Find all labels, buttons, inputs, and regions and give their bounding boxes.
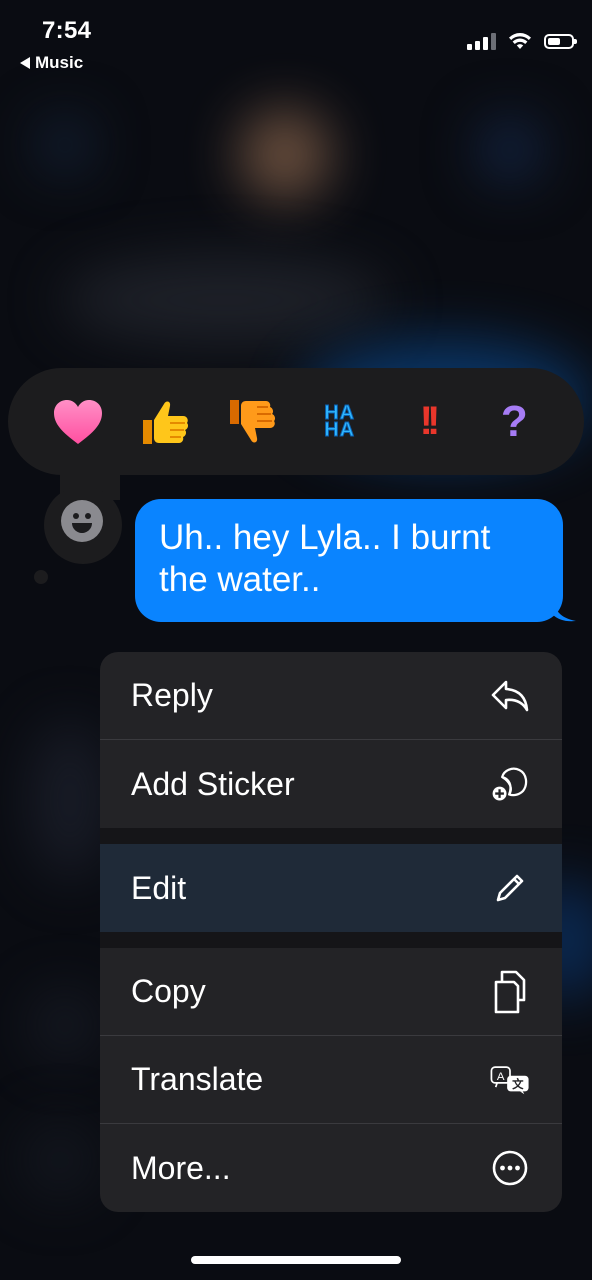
reaction-question[interactable]: ? xyxy=(486,394,542,450)
menu-item-label: Reply xyxy=(131,677,213,713)
add-sticker-icon xyxy=(490,764,530,804)
reaction-exclamation[interactable]: !! xyxy=(399,394,455,450)
menu-item-translate[interactable]: Translate A 文 xyxy=(100,1036,562,1124)
reaction-thumbs-down[interactable] xyxy=(224,394,280,450)
menu-item-more[interactable]: More... xyxy=(100,1124,562,1212)
menu-group-separator xyxy=(100,932,562,948)
add-reaction-button[interactable] xyxy=(61,500,103,542)
svg-text:A: A xyxy=(497,1071,505,1083)
back-app-label: Music xyxy=(35,53,84,72)
back-arrow-icon xyxy=(20,57,30,69)
tapback-reaction-bar: HA HA !! ? xyxy=(8,368,584,475)
double-exclamation-icon: !! xyxy=(419,399,440,443)
svg-text:文: 文 xyxy=(512,1076,524,1090)
menu-item-add-sticker[interactable]: Add Sticker xyxy=(100,740,562,828)
menu-item-label: More... xyxy=(131,1149,231,1186)
more-icon xyxy=(490,1148,530,1188)
reaction-heart[interactable] xyxy=(50,394,106,450)
reaction-bar-tail-dot xyxy=(34,570,48,584)
back-to-app-button[interactable]: Music xyxy=(20,53,83,73)
menu-group-separator xyxy=(100,828,562,844)
reaction-haha[interactable]: HA HA xyxy=(312,394,368,450)
copy-icon xyxy=(490,970,530,1013)
menu-item-copy[interactable]: Copy xyxy=(100,948,562,1036)
status-time: 7:54 xyxy=(42,17,92,44)
battery-icon xyxy=(544,33,577,49)
heart-icon xyxy=(53,399,102,444)
home-indicator[interactable] xyxy=(191,1256,401,1264)
menu-item-label: Translate xyxy=(131,1061,264,1097)
context-menu: Reply Add Sticker Edit Copy Translate A … xyxy=(100,652,562,1212)
status-icons xyxy=(467,32,577,50)
haha-icon: HA HA xyxy=(324,402,356,441)
menu-item-label: Add Sticker xyxy=(131,765,295,802)
thumbs-down-icon xyxy=(230,399,276,442)
menu-item-label: Copy xyxy=(131,973,206,1009)
wifi-icon xyxy=(509,33,531,49)
message-bubble[interactable]: Uh.. hey Lyla.. I burnt the water.. xyxy=(135,499,563,622)
reaction-thumbs-up[interactable] xyxy=(137,394,193,450)
thumbs-up-icon xyxy=(142,401,189,444)
smiley-icon xyxy=(72,513,92,533)
menu-item-edit[interactable]: Edit xyxy=(100,844,562,932)
menu-item-label: Edit xyxy=(131,869,187,906)
reply-icon xyxy=(490,676,530,716)
translate-icon: A 文 xyxy=(490,1060,530,1100)
cellular-signal-icon xyxy=(467,32,496,50)
pencil-icon xyxy=(490,868,530,908)
question-mark-icon: ? xyxy=(500,396,528,446)
message-bubble-tail xyxy=(552,596,576,622)
menu-item-reply[interactable]: Reply xyxy=(100,652,562,740)
haha-bottom-text: HA xyxy=(324,418,356,441)
